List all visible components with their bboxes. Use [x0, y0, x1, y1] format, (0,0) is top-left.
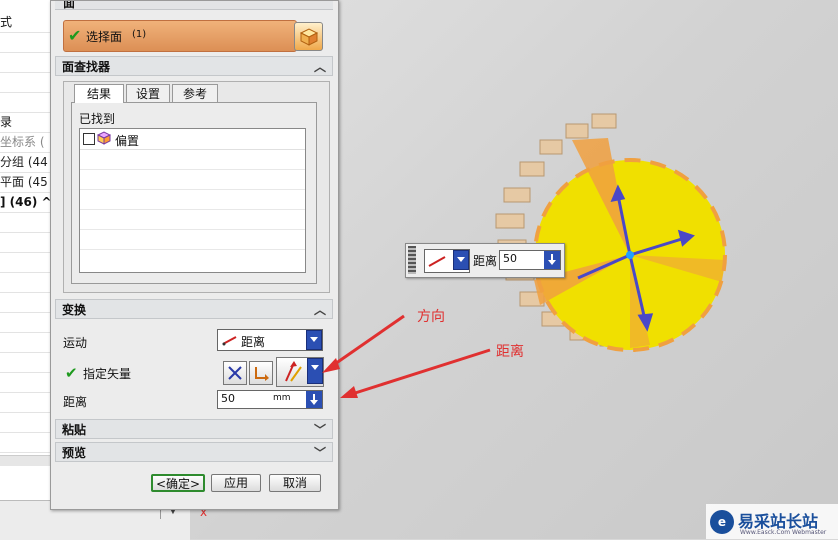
dialog-title: 面 [63, 1, 76, 10]
navigator-row-label: 平面 (45 [0, 175, 48, 189]
motion-label: 运动 [63, 336, 88, 350]
found-list[interactable]: 偏置 [79, 128, 306, 273]
navigator-row[interactable]: 平面 (45 [0, 172, 50, 193]
navigator-row[interactable] [0, 372, 50, 393]
tab-settings[interactable]: 设置 [126, 84, 170, 102]
watermark-sub: Www.Easck.Com Webmaster [740, 529, 827, 536]
checkmark-icon: ✔ [68, 26, 82, 45]
navigator-row[interactable] [0, 392, 50, 413]
face-move-dialog: 面 ✔ 选择面 (1) 面查找器 ︿ 结果 设置 参考 已找到 偏置 变换 ︿ … [50, 0, 339, 510]
float-distance-label: 距离 [473, 254, 498, 268]
face-select-icon[interactable] [294, 22, 323, 51]
navigator-row[interactable] [0, 292, 50, 313]
tab-reference[interactable]: 参考 [172, 84, 218, 102]
navigator-row[interactable] [0, 32, 50, 53]
face-finder-header[interactable]: 面查找器 ︿ [55, 56, 333, 76]
screen-input-box[interactable]: 距离 50 [405, 243, 565, 278]
navigator-row[interactable] [0, 72, 50, 93]
distance-motion-icon [428, 256, 446, 267]
tab-results[interactable]: 结果 [74, 84, 124, 103]
navigator-row[interactable] [0, 332, 50, 353]
navigator-row[interactable] [0, 232, 50, 253]
chevron-down-icon[interactable]: ﹀ [313, 443, 327, 463]
chevron-down-icon[interactable]: ﹀ [313, 420, 327, 440]
navigator-row[interactable]: 分组 (44 [0, 152, 50, 173]
horizontal-scrollbar[interactable] [0, 455, 50, 466]
part-navigator[interactable]: 式录坐标系 ( 分组 (44 平面 (45 ] (46) ^ [0, 0, 51, 500]
found-item-label: 偏置 [115, 134, 140, 148]
navigator-row-label: 坐标系 ( [0, 135, 45, 149]
navigator-row[interactable]: 录 [0, 112, 50, 133]
cancel-button[interactable]: 取消 [269, 474, 321, 492]
float-distance-input[interactable]: 50 [499, 250, 561, 270]
face-finder-title: 面查找器 [62, 60, 111, 74]
float-dropdown-arrow[interactable] [453, 250, 469, 270]
distance-label: 距离 [63, 395, 88, 409]
select-face-count: (1) [132, 29, 147, 40]
distance-value: 50 [221, 392, 235, 405]
motion-value: 距离 [241, 335, 266, 349]
select-face-label: 选择面 [86, 30, 123, 44]
annotation-distance: 距离 [496, 344, 524, 360]
navigator-row-label: 分组 (44 [0, 155, 48, 169]
navigator-row[interactable]: 式 [0, 12, 50, 33]
preview-title: 预览 [62, 446, 87, 460]
navigator-row-label: 式 [0, 15, 13, 29]
navigator-row[interactable]: 坐标系 ( [0, 132, 50, 153]
navigator-row[interactable] [0, 312, 50, 333]
preview-header[interactable]: 预览 ﹀ [55, 442, 333, 462]
float-menu-button[interactable] [544, 251, 560, 269]
navigator-row[interactable] [0, 212, 50, 233]
navigator-row[interactable] [0, 252, 50, 273]
navigator-row[interactable]: ] (46) ^ [0, 192, 50, 213]
navigator-row[interactable] [0, 92, 50, 113]
list-item[interactable]: 偏置 [80, 129, 305, 150]
paste-title: 粘贴 [62, 423, 87, 437]
navigator-row[interactable] [0, 412, 50, 433]
annotation-direction: 方向 [417, 309, 445, 325]
watermark-logo-icon: e [710, 510, 734, 534]
navigator-row[interactable] [0, 352, 50, 373]
checkbox[interactable] [83, 133, 95, 145]
float-distance-value: 50 [503, 252, 517, 265]
select-face-row[interactable]: ✔ 选择面 (1) [63, 20, 297, 52]
vector-dialog-button[interactable] [223, 361, 247, 385]
distance-unit: mm [273, 393, 291, 403]
navigator-row[interactable] [0, 272, 50, 293]
vector-label: 指定矢量 [83, 367, 132, 381]
checkmark-icon: ✔ [65, 364, 78, 382]
chevron-up-icon[interactable]: ︿ [313, 57, 327, 77]
face-icon [96, 131, 112, 145]
results-tab-panel: 已找到 偏置 [71, 102, 317, 284]
apply-button[interactable]: 应用 [211, 474, 261, 492]
found-label: 已找到 [79, 112, 116, 126]
watermark: e 易采站长站 Www.Easck.Com Webmaster [706, 504, 838, 539]
navigator-row[interactable] [0, 432, 50, 453]
transform-header[interactable]: 变换 ︿ [55, 299, 333, 319]
ok-button[interactable]: <确定> [151, 474, 205, 492]
transform-title: 变换 [62, 303, 87, 317]
distance-motion-icon [222, 333, 238, 347]
paste-header[interactable]: 粘贴 ﹀ [55, 419, 333, 439]
navigator-row[interactable] [0, 52, 50, 73]
reverse-direction-button[interactable] [249, 361, 273, 385]
dialog-titlebar: 面 [55, 1, 333, 10]
navigator-row-label: ] (46) ^ [0, 195, 50, 209]
drag-handle[interactable] [408, 246, 416, 274]
navigator-row-label: 录 [0, 115, 13, 129]
motion-type-select[interactable] [424, 249, 470, 273]
